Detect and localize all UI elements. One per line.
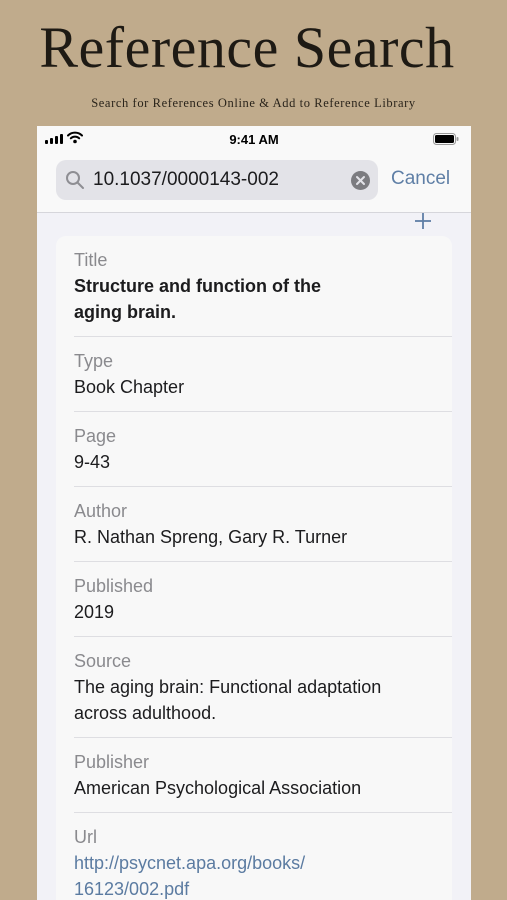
publisher-value: American Psychological Association <box>74 778 362 798</box>
clear-icon[interactable] <box>351 171 370 190</box>
title-value: Structure and function of the aging brai… <box>74 276 321 322</box>
url-link[interactable]: http://psycnet.apa.org/books/ 16123/002.… <box>74 850 426 900</box>
type-label: Type <box>74 351 114 371</box>
published-row[interactable]: Published 2019 <box>74 562 452 637</box>
status-bar: 9:41 AM <box>37 126 471 152</box>
search-icon <box>66 171 84 189</box>
url-row: Url http://psycnet.apa.org/books/ 16123/… <box>74 813 452 900</box>
search-value[interactable]: 10.1037/0000143-002 <box>93 169 279 191</box>
source-value: The aging brain: Functional adaptation a… <box>74 677 382 723</box>
published-value: 2019 <box>74 602 115 622</box>
url-label: Url <box>74 827 97 847</box>
page-label: Page <box>74 426 117 446</box>
author-label: Author <box>74 501 128 521</box>
promo-subtitle: Search for References Online & Add to Re… <box>91 96 416 110</box>
search-input[interactable]: 10.1037/0000143-002 <box>56 160 378 200</box>
page-value: 9-43 <box>74 452 111 472</box>
phone-screen: 9:41 AM 10.1037/0000143-002 Cancel Title… <box>37 126 471 900</box>
battery-icon <box>433 133 459 145</box>
author-row[interactable]: Author R. Nathan Spreng, Gary R. Turner <box>74 487 452 562</box>
reference-card: Title Structure and function of the agin… <box>56 236 452 900</box>
cancel-button[interactable]: Cancel <box>391 168 450 190</box>
publisher-row[interactable]: Publisher American Psychological Associa… <box>74 738 452 813</box>
search-header: 9:41 AM 10.1037/0000143-002 Cancel <box>37 126 471 213</box>
title-label: Title <box>74 250 108 270</box>
status-time: 9:41 AM <box>229 132 279 147</box>
title-row[interactable]: Title Structure and function of the agin… <box>74 236 452 337</box>
author-value: R. Nathan Spreng, Gary R. Turner <box>74 527 348 547</box>
source-row[interactable]: Source The aging brain: Functional adapt… <box>74 637 452 738</box>
type-value: Book Chapter <box>74 377 185 397</box>
type-row[interactable]: Type Book Chapter <box>74 337 452 412</box>
page-row[interactable]: Page 9-43 <box>74 412 452 487</box>
published-label: Published <box>74 576 154 596</box>
promo-title: Reference Search <box>39 15 455 80</box>
publisher-label: Publisher <box>74 752 150 772</box>
plus-icon[interactable] <box>413 211 433 231</box>
source-label: Source <box>74 651 132 671</box>
